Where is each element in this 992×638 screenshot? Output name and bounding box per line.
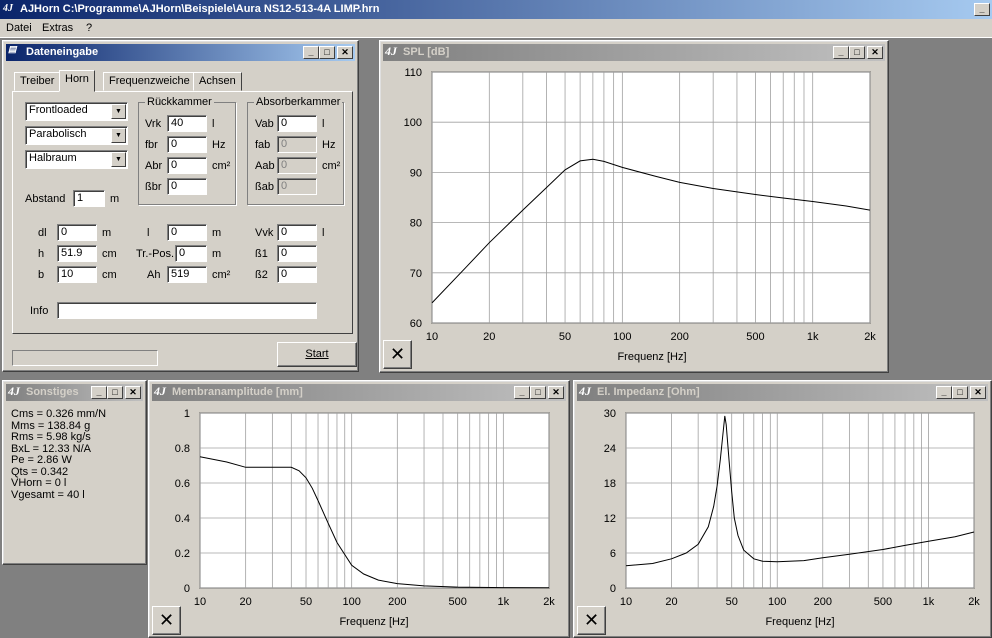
x-tick-label: 50 <box>300 596 312 608</box>
y-tick-label: 90 <box>410 167 422 179</box>
y-tick-label: 1 <box>184 408 190 420</box>
y-tick-label: 110 <box>404 67 422 79</box>
x-tick-label: 500 <box>449 596 467 608</box>
x-axis-label: Frequenz [Hz] <box>617 351 686 363</box>
y-tick-label: 70 <box>410 268 422 280</box>
x-tick-label: 100 <box>613 331 631 343</box>
y-tick-label: 24 <box>604 443 616 455</box>
x-tick-label: 50 <box>726 596 738 608</box>
y-tick-label: 6 <box>610 548 616 560</box>
y-tick-label: 0.6 <box>175 478 190 490</box>
tab-horn[interactable]: Horn <box>59 70 95 92</box>
y-tick-label: 12 <box>604 513 616 525</box>
x-tick-label: 100 <box>768 596 786 608</box>
x-tick-label: 100 <box>342 596 360 608</box>
x-tick-label: 500 <box>746 331 764 343</box>
x-axis-label: Frequenz [Hz] <box>339 616 408 628</box>
y-tick-label: 0.8 <box>175 443 190 455</box>
x-tick-label: 1k <box>923 596 935 608</box>
y-tick-label: 100 <box>404 117 422 129</box>
x-tick-label: 10 <box>620 596 632 608</box>
y-tick-label: 0 <box>610 583 616 595</box>
x-tick-label: 10 <box>194 596 206 608</box>
x-tick-label: 2k <box>543 596 555 608</box>
x-tick-label: 10 <box>426 331 438 343</box>
x-tick-label: 50 <box>559 331 571 343</box>
x-tick-label: 20 <box>240 596 252 608</box>
x-tick-label: 20 <box>665 596 677 608</box>
x-tick-label: 200 <box>670 331 688 343</box>
y-tick-label: 0.4 <box>175 513 190 525</box>
x-tick-label: 500 <box>874 596 892 608</box>
y-tick-label: 18 <box>604 478 616 490</box>
x-tick-label: 200 <box>814 596 832 608</box>
x-tick-label: 20 <box>483 331 495 343</box>
x-tick-label: 1k <box>807 331 819 343</box>
x-tick-label: 200 <box>388 596 406 608</box>
x-tick-label: 2k <box>864 331 876 343</box>
y-tick-label: 0 <box>184 583 190 595</box>
x-axis-label: Frequenz [Hz] <box>765 616 834 628</box>
plots-layer: 1101009080706010 20 50 100 200 500 1k 2kFrequen… <box>175 67 981 628</box>
x-tick-label: 2k <box>968 596 980 608</box>
y-tick-label: 60 <box>410 318 422 330</box>
y-tick-label: 0.2 <box>175 548 190 560</box>
x-tick-label: 1k <box>498 596 510 608</box>
y-tick-label: 30 <box>604 408 616 420</box>
y-tick-label: 80 <box>410 218 422 230</box>
